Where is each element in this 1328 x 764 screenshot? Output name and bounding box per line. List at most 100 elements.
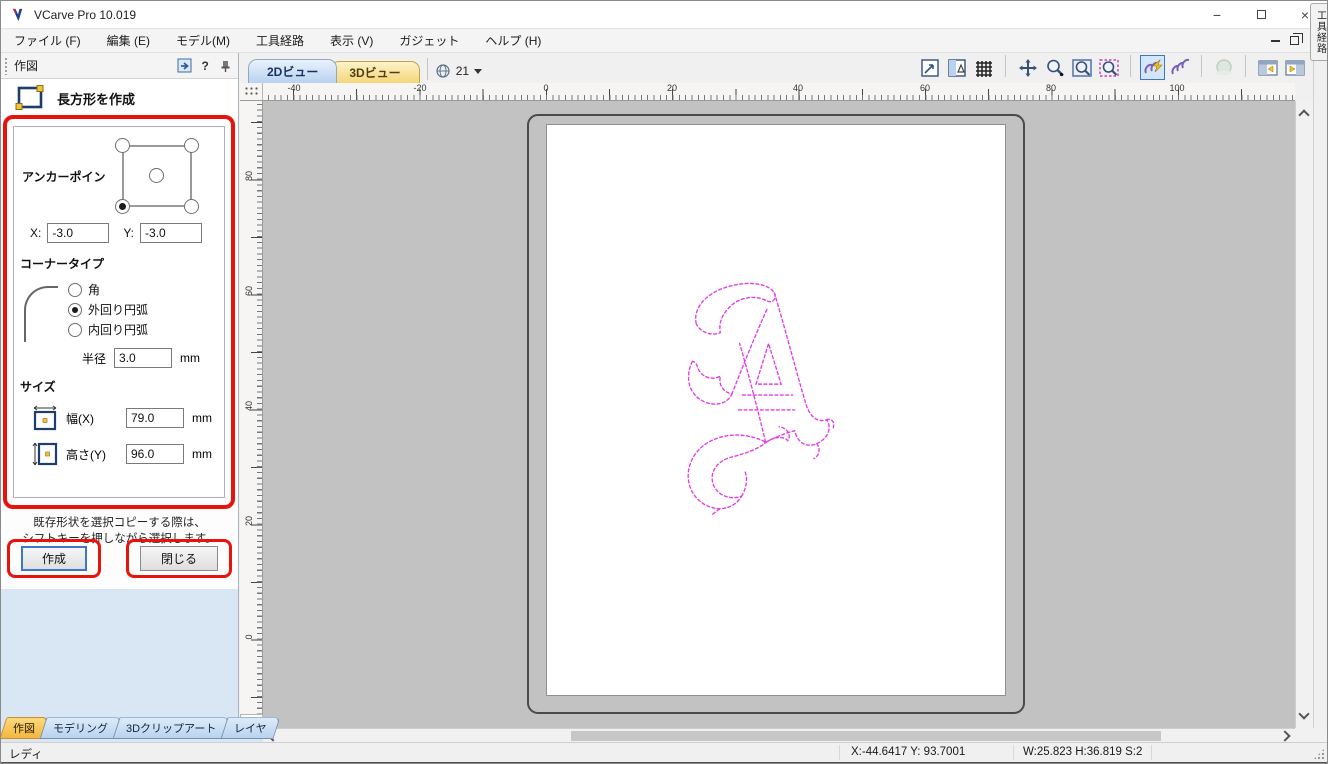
- doc-minimize-icon[interactable]: [1271, 40, 1280, 42]
- scrollbar-thumb[interactable]: [571, 731, 1161, 741]
- close-form-button[interactable]: 閉じる: [140, 546, 218, 571]
- corner-radius-icon: [24, 286, 58, 342]
- zoom-selection-icon[interactable]: [1096, 55, 1121, 80]
- help-icon[interactable]: ?: [200, 59, 212, 73]
- anchor-point-diagram: [114, 137, 200, 215]
- interactive-tutorial-icon[interactable]: [177, 58, 193, 74]
- ruler-label: 60: [244, 282, 254, 300]
- anchor-bottom-right-radio[interactable]: [184, 199, 199, 214]
- material-page: [546, 124, 1006, 696]
- height-unit: mm: [192, 447, 212, 461]
- ruler-label: 0: [244, 628, 254, 646]
- rectangle-form: アンカーポイン X: Y: コーナータイプ: [13, 126, 225, 498]
- scroll-up-icon[interactable]: [1298, 109, 1309, 120]
- preview-3d-icon[interactable]: [1211, 55, 1236, 80]
- vertical-ruler: 80 60 40 20 0: [240, 101, 263, 728]
- toolpath-panel-strip: [1313, 53, 1328, 728]
- tab-3d-clipart[interactable]: 3Dクリップアート: [112, 717, 230, 739]
- y-input[interactable]: [140, 223, 202, 243]
- x-input[interactable]: [47, 223, 109, 243]
- height-icon: [32, 441, 58, 467]
- scrollbar-corner: [1295, 728, 1328, 742]
- tab-modeling[interactable]: モデリング: [39, 717, 121, 739]
- width-icon: [32, 405, 58, 431]
- toolbar-separator: [1130, 55, 1131, 77]
- menu-help[interactable]: ヘルプ (H): [472, 29, 554, 52]
- maximize-button[interactable]: [1239, 1, 1283, 28]
- 2d-view-canvas[interactable]: [263, 101, 1295, 728]
- zoom-box-icon[interactable]: [917, 55, 942, 80]
- scroll-down-icon[interactable]: [1298, 708, 1309, 719]
- drag-handle[interactable]: [4, 57, 9, 75]
- menu-gadget[interactable]: ガジェット: [386, 29, 472, 52]
- ruler-label: 20: [667, 83, 677, 93]
- toolbar-separator: [427, 58, 428, 80]
- minimize-button[interactable]: −: [1195, 1, 1239, 28]
- ruler-label: 0: [543, 83, 548, 93]
- tab-3d-view[interactable]: 3Dビュー: [330, 61, 419, 83]
- radius-input[interactable]: [114, 348, 172, 368]
- anchor-point-label: アンカーポイン: [22, 168, 106, 185]
- panel-title: 作図: [14, 57, 38, 74]
- tab-toolpath-panel[interactable]: 工具経路: [1310, 3, 1328, 61]
- ruler-label: 20: [244, 512, 254, 530]
- snap-geometry-icon[interactable]: [1167, 55, 1192, 80]
- ruler-label: -40: [287, 83, 300, 93]
- tab-2d-view[interactable]: 2Dビュー: [248, 59, 337, 83]
- scroll-right-icon[interactable]: [1279, 730, 1290, 741]
- resize-grip[interactable]: [1313, 748, 1325, 760]
- layer-selector[interactable]: 21: [435, 63, 482, 79]
- radius-label: 半径: [82, 350, 106, 367]
- menu-view[interactable]: 表示 (V): [317, 29, 386, 52]
- anchor-bottom-left-radio[interactable]: [115, 199, 130, 214]
- anchor-center-radio[interactable]: [149, 168, 164, 183]
- horizontal-ruler: -40 -20 0 20 40 60 80 100: [263, 83, 1295, 101]
- corner-option-square[interactable]: 角: [68, 281, 148, 298]
- zoom-icon[interactable]: [1042, 55, 1067, 80]
- toolbar-separator: [1005, 55, 1006, 77]
- anchor-top-left-radio[interactable]: [115, 138, 130, 153]
- snap-objects-icon[interactable]: [1140, 55, 1165, 80]
- size-label: サイズ: [20, 378, 218, 395]
- highlight-form: アンカーポイン X: Y: コーナータイプ: [3, 115, 235, 509]
- vertical-scrollbar[interactable]: [1295, 101, 1313, 728]
- tab-layers[interactable]: レイヤ: [221, 717, 281, 739]
- status-separator: [1013, 745, 1014, 760]
- corner-option-internal-arc[interactable]: 内回り円弧: [68, 321, 148, 338]
- chevron-down-icon: [474, 69, 482, 74]
- ruler-label: 60: [920, 83, 930, 93]
- tool-title: 長方形を作成: [57, 89, 135, 108]
- grid-icon[interactable]: [971, 55, 996, 80]
- menu-toolpath[interactable]: 工具経路: [243, 29, 317, 52]
- menu-model[interactable]: モデル(M): [163, 29, 243, 52]
- drawing-panel: 作図 ? 長方形を: [1, 53, 239, 717]
- corner-option-external-arc[interactable]: 外回り円弧: [68, 301, 148, 318]
- status-cursor-position: X:-44.6417 Y: 93.7001: [851, 746, 965, 758]
- vector-letter-a[interactable]: [675, 282, 839, 515]
- toolbar-separator: [1245, 55, 1246, 77]
- width-unit: mm: [192, 411, 212, 425]
- pan-icon[interactable]: [1015, 55, 1040, 80]
- anchor-top-right-radio[interactable]: [184, 138, 199, 153]
- doc-restore-icon[interactable]: [1290, 36, 1299, 45]
- title-bar: VCarve Pro 10.019 − ×: [1, 1, 1327, 29]
- horizontal-scrollbar[interactable]: [263, 728, 1295, 742]
- ruler-origin-box[interactable]: [240, 83, 263, 101]
- create-button[interactable]: 作成: [21, 546, 87, 571]
- y-label: Y:: [123, 226, 134, 240]
- menu-edit[interactable]: 編集 (E): [94, 29, 163, 52]
- panel-tab-strip: 作図 モデリング 3Dクリップアート レイヤ: [1, 717, 263, 742]
- layout-right-icon[interactable]: [1282, 55, 1307, 80]
- menu-bar: ファイル (F) 編集 (E) モデル(M) 工具経路 表示 (V) ガジェット…: [1, 29, 1327, 53]
- height-input[interactable]: [126, 444, 184, 464]
- layout-left-icon[interactable]: [1255, 55, 1280, 80]
- height-label: 高さ(Y): [66, 446, 118, 463]
- zoom-window-icon[interactable]: [1069, 55, 1094, 80]
- menu-file[interactable]: ファイル (F): [1, 29, 94, 52]
- pin-icon[interactable]: [219, 59, 231, 73]
- status-separator: [1151, 745, 1152, 760]
- ruler-label: 100: [1169, 83, 1184, 93]
- ruler-label: 80: [1046, 83, 1056, 93]
- width-input[interactable]: [126, 408, 184, 428]
- zoom-drawing-icon[interactable]: [944, 55, 969, 80]
